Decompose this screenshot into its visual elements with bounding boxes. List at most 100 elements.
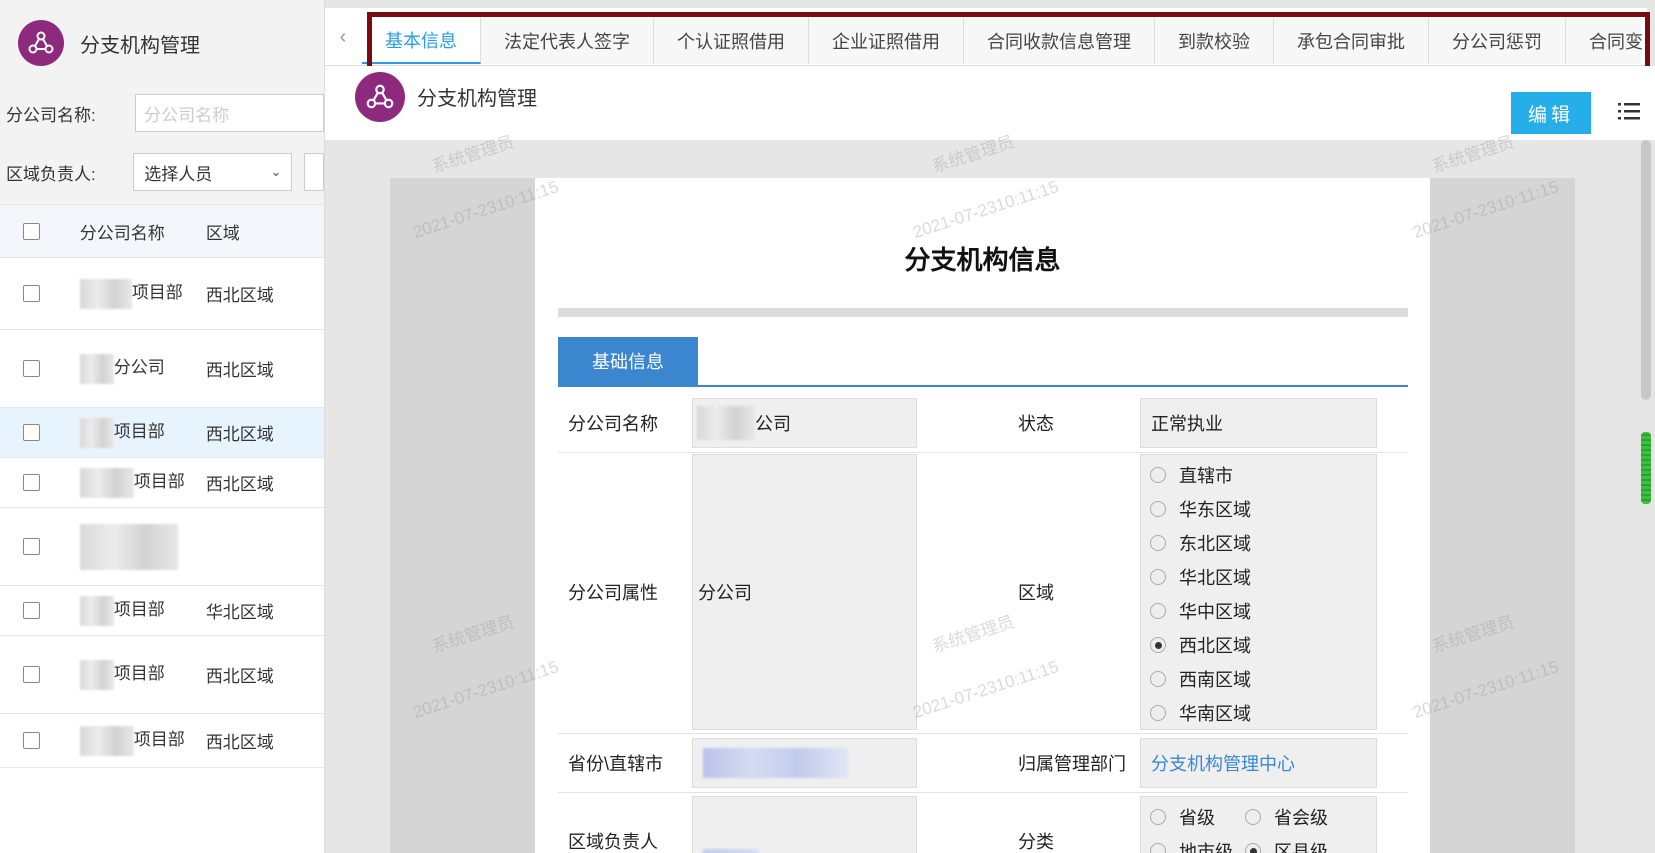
tab-6[interactable]: 承包合同审批	[1274, 18, 1429, 64]
list-header: 分公司名称 区域	[0, 204, 324, 258]
dept-link[interactable]: 分支机构管理中心	[1140, 738, 1377, 788]
area-radio-label: 西北区域	[1179, 636, 1251, 656]
filter-company-name: 分公司名称: 分公司名称	[0, 86, 324, 140]
table-row[interactable]: 分公司 西北区域	[0, 330, 324, 408]
row-company-name-text: 项目部	[133, 730, 185, 750]
redacted-text	[79, 417, 114, 448]
area-radio[interactable]: 华中区域	[1150, 594, 1251, 628]
province-field	[692, 738, 917, 788]
table-row[interactable]: 项目部 西北区域	[0, 714, 324, 768]
category-radio[interactable]: 省会级	[1245, 800, 1330, 834]
category-radio[interactable]: 地市级	[1150, 834, 1235, 853]
area-radio-label: 华中区域	[1179, 602, 1251, 622]
scrollbar[interactable]	[1641, 140, 1651, 400]
area-radio[interactable]: 东北区域	[1150, 526, 1251, 560]
tab-4[interactable]: 合同收款信息管理	[964, 18, 1155, 64]
tab-5[interactable]: 到款校验	[1155, 18, 1274, 64]
tab-0[interactable]: 基本信息	[362, 18, 481, 64]
row-company-name-text: 分公司	[113, 358, 165, 378]
area-radio-label: 直辖市	[1179, 466, 1233, 486]
area-radio[interactable]: 华东区域	[1150, 492, 1251, 526]
row-checkbox[interactable]	[23, 360, 40, 377]
table-row[interactable]: 项目部 西北区域	[0, 258, 324, 330]
area-radio-label: 东北区域	[1179, 534, 1251, 554]
row-checkbox[interactable]	[23, 732, 40, 749]
company-name-input[interactable]: 分公司名称	[135, 94, 324, 132]
edit-button[interactable]: 编辑	[1511, 92, 1591, 134]
filter-name-label: 分公司名称:	[6, 105, 96, 125]
area-radio-group: 直辖市华东区域东北区域华北区域华中区域西北区域西南区域华南区域	[1150, 458, 1251, 730]
list-menu-icon[interactable]	[1617, 99, 1641, 123]
page-header: 分支机构管理 编辑	[325, 66, 1655, 140]
row-area: 西北区域	[205, 475, 274, 494]
redacted-text	[79, 278, 132, 309]
app-title: 分支机构管理	[80, 34, 200, 57]
section-tab-basic[interactable]: 基础信息	[558, 337, 698, 385]
row-divider	[558, 792, 1408, 793]
radio-icon	[1150, 705, 1166, 721]
tab-1[interactable]: 法定代表人签字	[481, 18, 654, 64]
app-logo-icon	[18, 20, 64, 66]
chevron-down-icon: ⌄	[270, 164, 282, 179]
category-radio[interactable]: 省级	[1150, 800, 1235, 834]
document-viewer: 分支机构信息 基础信息 分公司名称 公司 状态 正常执业 分公司属性 分公司 区…	[390, 178, 1575, 853]
row-company-name: 分公司	[79, 353, 206, 384]
scroll-indicator[interactable]	[1641, 432, 1651, 504]
row-checkbox[interactable]	[23, 285, 40, 302]
tab-2[interactable]: 个认证照借用	[654, 18, 809, 64]
right-panel: ‹ 基本信息 法定代表人签字 个认证照借用 企业证照借用 合同收款信息管理 到款校验 承包合…	[325, 0, 1655, 853]
area-radio[interactable]: 西南区域	[1150, 662, 1251, 696]
table-row[interactable]: 项目部 西北区域	[0, 408, 324, 458]
tab-scroll-left-icon[interactable]: ‹	[333, 26, 353, 49]
row-divider	[558, 733, 1408, 734]
row-checkbox[interactable]	[23, 538, 40, 555]
category-radio-group: 省级 省会级地市级 区县级	[1150, 800, 1370, 853]
row-checkbox[interactable]	[23, 666, 40, 683]
branch-list: 项目部 西北区域 分公司 西北区域 项目部 西北区域 项目部 西北区域 项目部 华北区域 项目部 西北…	[0, 258, 324, 768]
table-row[interactable]: 项目部 华北区域	[0, 586, 324, 636]
radio-icon	[1150, 569, 1166, 585]
tab-list: 基本信息 法定代表人签字 个认证照借用 企业证照借用 合同收款信息管理 到款校验 承包合同审…	[362, 12, 1642, 70]
row-checkbox[interactable]	[23, 474, 40, 491]
redacted-text	[703, 849, 758, 853]
row-company-name: 项目部	[79, 417, 206, 448]
filter-extra-field[interactable]	[304, 153, 324, 191]
row-checkbox[interactable]	[23, 602, 40, 619]
table-row[interactable]: 项目部 西北区域	[0, 458, 324, 508]
category-radio-label: 省会级	[1274, 808, 1328, 828]
row-company-name: 项目部	[79, 725, 206, 756]
radio-icon	[1150, 467, 1166, 483]
row-area: 西北区域	[205, 425, 274, 444]
leader-select[interactable]: 选择人员 ⌄	[133, 153, 293, 191]
radio-icon	[1150, 637, 1166, 653]
row-company-name-text: 项目部	[133, 472, 185, 492]
area-radio[interactable]: 直辖市	[1150, 458, 1251, 492]
row-company-name	[79, 523, 206, 570]
section-divider	[558, 385, 1408, 387]
tab-7[interactable]: 分公司惩罚	[1429, 18, 1566, 64]
row-area: 西北区域	[205, 667, 274, 686]
table-row[interactable]: 项目部 西北区域	[0, 636, 324, 714]
area-radio-label: 华南区域	[1179, 704, 1251, 724]
row-company-name: 项目部	[79, 659, 206, 690]
company-attr-field: 分公司	[692, 454, 917, 730]
row-company-name-text: 项目部	[131, 283, 183, 303]
row-divider	[558, 452, 1408, 453]
redacted-text	[79, 595, 114, 626]
page-logo-icon	[355, 72, 405, 122]
category-radio-label: 区县级	[1274, 842, 1328, 853]
area-radio[interactable]: 华南区域	[1150, 696, 1251, 730]
tab-scroll-right-icon[interactable]: ›	[1625, 26, 1645, 49]
row-checkbox[interactable]	[23, 424, 40, 441]
select-all-checkbox[interactable]	[23, 222, 40, 240]
category-radio[interactable]: 区县级	[1245, 834, 1330, 853]
row-company-name: 项目部	[79, 595, 206, 626]
table-row[interactable]	[0, 508, 324, 586]
leader-field	[692, 796, 917, 853]
row-area: 西北区域	[205, 733, 274, 752]
row-area: 西北区域	[205, 361, 274, 380]
area-radio[interactable]: 西北区域	[1150, 628, 1251, 662]
tab-3[interactable]: 企业证照借用	[809, 18, 964, 64]
area-radio[interactable]: 华北区域	[1150, 560, 1251, 594]
app-header: 分支机构管理	[0, 0, 324, 86]
